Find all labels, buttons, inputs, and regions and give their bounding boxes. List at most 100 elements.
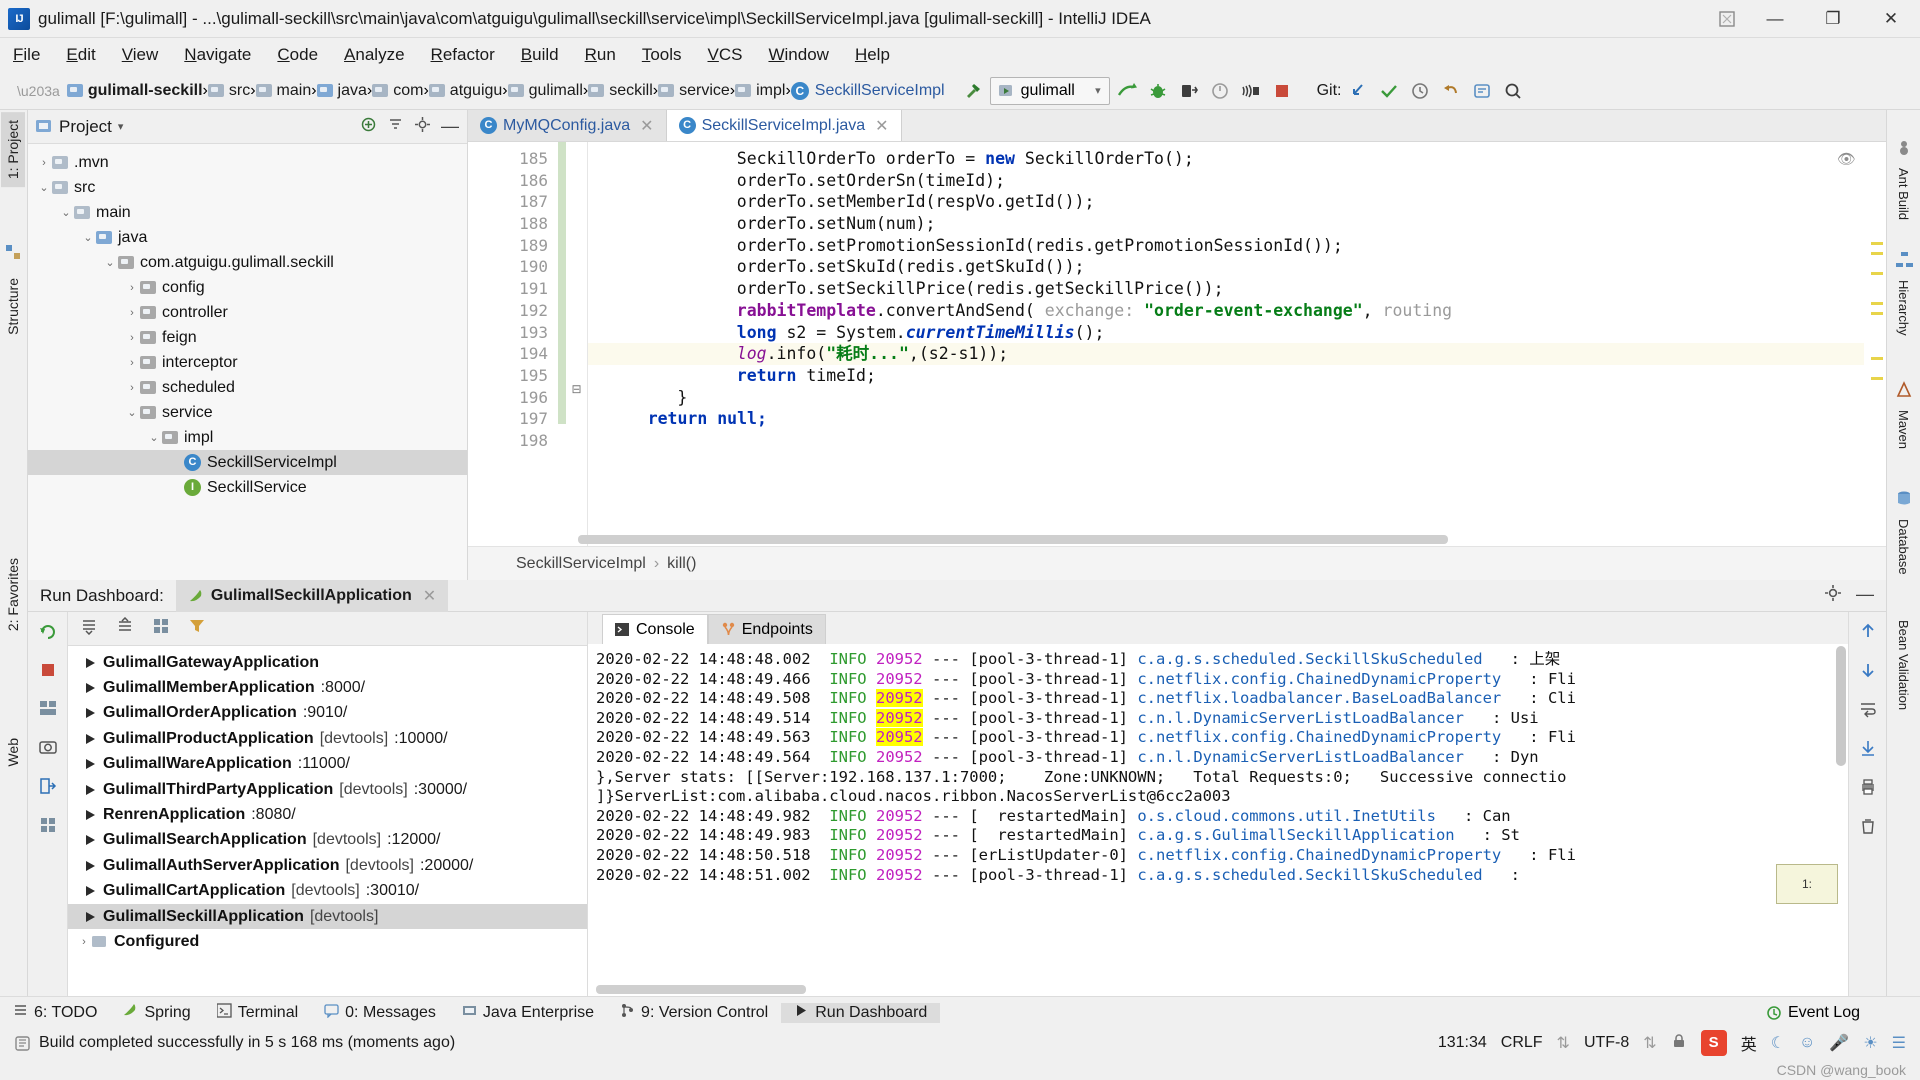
gear-icon[interactable] bbox=[414, 116, 431, 138]
run-play-icon[interactable] bbox=[86, 835, 95, 846]
build-hammer-icon[interactable] bbox=[959, 77, 987, 105]
tree-node-service[interactable]: ⌄ service bbox=[28, 400, 467, 425]
sidebar-item-bean-validation[interactable]: Bean Validation bbox=[1894, 614, 1913, 716]
code-line[interactable]: return timeId; bbox=[588, 365, 1886, 387]
chevron-updown-icon[interactable]: ⇅ bbox=[1557, 1033, 1570, 1053]
code-line[interactable]: } bbox=[588, 387, 1886, 409]
breadcrumb-item-java[interactable]: java bbox=[316, 82, 367, 100]
breadcrumb-item-src[interactable]: src bbox=[207, 82, 250, 100]
tree-node-impl[interactable]: ⌄ impl bbox=[28, 425, 467, 450]
editor-tab-seckillserviceimpl-java[interactable]: C SeckillServiceImpl.java ✕ bbox=[666, 110, 902, 141]
fold-marker-icon[interactable]: ⊟ bbox=[566, 382, 587, 396]
tool-window-terminal[interactable]: Terminal bbox=[204, 1002, 311, 1023]
caret-position[interactable]: 131:34 bbox=[1438, 1034, 1487, 1052]
tree-toggle-arrow[interactable]: ⌄ bbox=[80, 231, 96, 244]
run-play-icon[interactable] bbox=[86, 733, 95, 744]
run-play-icon[interactable] bbox=[86, 708, 95, 719]
collapse-all-icon[interactable] bbox=[116, 616, 134, 640]
run-configuration-selector[interactable]: gulimall ▾ bbox=[989, 76, 1110, 105]
menu-item-vcs[interactable]: VCS bbox=[695, 42, 756, 68]
breadcrumb-item-seckillserviceimpl[interactable]: C SeckillServiceImpl bbox=[790, 81, 945, 100]
service-row-gulimallseckillapplication[interactable]: GulimallSeckillApplication [devtools] bbox=[68, 903, 587, 930]
soft-wrap-icon[interactable] bbox=[1859, 700, 1877, 723]
ime-mic-icon[interactable]: 🎤 bbox=[1829, 1033, 1849, 1053]
hide-panel-icon[interactable]: — bbox=[1856, 584, 1874, 607]
sidebar-item-ant-build[interactable]: Ant Build bbox=[1894, 162, 1913, 226]
tool-window-run-dashboard[interactable]: Run Dashboard bbox=[781, 1002, 941, 1023]
collapse-all-icon[interactable] bbox=[387, 116, 404, 138]
menu-item-analyze[interactable]: Analyze bbox=[331, 42, 417, 68]
breadcrumb-item-atguigu[interactable]: atguigu bbox=[428, 82, 502, 100]
service-row-gulimallauthserverapplication[interactable]: GulimallAuthServerApplication [devtools]:… bbox=[68, 853, 587, 878]
menu-item-refactor[interactable]: Refactor bbox=[418, 42, 508, 68]
history-icon[interactable] bbox=[1406, 77, 1434, 105]
editor-horizontal-scrollbar[interactable] bbox=[578, 535, 1448, 544]
ime-smiley-icon[interactable]: ☺ bbox=[1799, 1034, 1815, 1052]
tree-toggle-arrow[interactable]: › bbox=[124, 307, 140, 319]
tree-toggle-arrow[interactable]: › bbox=[124, 357, 140, 369]
tree-node--mvn[interactable]: › .mvn bbox=[28, 150, 467, 175]
search-everywhere-icon[interactable] bbox=[1468, 77, 1496, 105]
ime-more-icon[interactable]: ☰ bbox=[1892, 1033, 1906, 1053]
tool-window-0-messages[interactable]: 0: Messages bbox=[311, 1003, 449, 1023]
breadcrumb-item-impl[interactable]: impl bbox=[735, 82, 785, 100]
run-dashboard-tab[interactable]: GulimallSeckillApplication ✕ bbox=[175, 579, 449, 612]
run-play-icon[interactable] bbox=[86, 657, 95, 668]
sidebar-item-database[interactable]: Database bbox=[1894, 513, 1913, 581]
tool-window-java-enterprise[interactable]: Java Enterprise bbox=[449, 1003, 607, 1023]
chevron-down-icon[interactable]: ▾ bbox=[1095, 84, 1101, 97]
code-editor[interactable]: 185 186 187 188 189 190 191 192 193 194 195 196 197 1… bbox=[468, 142, 1886, 546]
delete-icon[interactable] bbox=[1859, 817, 1877, 840]
pin-icon[interactable] bbox=[1710, 2, 1744, 36]
tree-node-src[interactable]: ⌄ src bbox=[28, 175, 467, 200]
service-row-gulimallcartapplication[interactable]: GulimallCartApplication [devtools]:30010/ bbox=[68, 879, 587, 904]
run-play-icon[interactable] bbox=[86, 911, 95, 922]
run-play-icon[interactable] bbox=[86, 784, 95, 795]
tree-toggle-arrow[interactable]: › bbox=[124, 332, 140, 344]
menu-item-help[interactable]: Help bbox=[842, 42, 903, 68]
menu-item-file[interactable]: File bbox=[0, 42, 53, 68]
group-icon[interactable] bbox=[152, 617, 170, 640]
code-line[interactable]: rabbitTemplate.convertAndSend( exchange:… bbox=[588, 300, 1886, 322]
code-line[interactable] bbox=[588, 430, 1886, 452]
tool-window-6-todo[interactable]: 6: TODO bbox=[0, 1003, 110, 1023]
filter-icon[interactable] bbox=[188, 617, 206, 640]
tree-node-config[interactable]: › config bbox=[28, 275, 467, 300]
code-line[interactable]: SeckillOrderTo orderTo = new SeckillOrde… bbox=[588, 148, 1886, 170]
service-row-configured[interactable]: › Configured bbox=[68, 929, 587, 954]
rerun-icon[interactable] bbox=[38, 622, 58, 647]
run-icon[interactable] bbox=[1113, 77, 1141, 105]
close-icon[interactable]: ✕ bbox=[423, 586, 436, 606]
menu-item-build[interactable]: Build bbox=[508, 42, 572, 68]
console-vertical-scrollbar[interactable] bbox=[1836, 646, 1846, 766]
console-horizontal-scrollbar[interactable] bbox=[596, 985, 806, 994]
code-line[interactable]: orderTo.setPromotionSessionId(redis.getP… bbox=[588, 235, 1886, 257]
service-row-gulimallgatewayapplication[interactable]: GulimallGatewayApplication bbox=[68, 650, 587, 675]
coverage-icon[interactable] bbox=[1175, 77, 1203, 105]
code-line[interactable]: log.info("耗时...",(s2-s1)); bbox=[588, 343, 1886, 365]
menu-item-navigate[interactable]: Navigate bbox=[171, 42, 264, 68]
code-line[interactable]: orderTo.setNum(num); bbox=[588, 213, 1886, 235]
breadcrumb-item-service[interactable]: service bbox=[658, 82, 730, 100]
close-button[interactable]: ✕ bbox=[1862, 0, 1920, 38]
service-row-gulimallorderapplication[interactable]: GulimallOrderApplication:9010/ bbox=[68, 701, 587, 726]
profile-icon[interactable] bbox=[1206, 77, 1234, 105]
grid-icon[interactable] bbox=[38, 815, 58, 840]
code-line[interactable]: orderTo.setOrderSn(timeId); bbox=[588, 170, 1886, 192]
sidebar-item-structure[interactable]: Structure bbox=[1, 270, 25, 343]
stop-icon[interactable] bbox=[1268, 77, 1296, 105]
line-separator[interactable]: CRLF bbox=[1501, 1034, 1543, 1052]
commit-icon[interactable] bbox=[1375, 77, 1403, 105]
scroll-to-end-icon[interactable] bbox=[1859, 739, 1877, 762]
breadcrumb-item-gulimall-seckill[interactable]: gulimall-seckill bbox=[66, 82, 203, 100]
sogou-ime-icon[interactable]: S bbox=[1700, 1030, 1727, 1056]
ime-moon-icon[interactable]: ☾ bbox=[1771, 1033, 1785, 1053]
tree-toggle-arrow[interactable]: › bbox=[124, 282, 140, 294]
code-line[interactable]: orderTo.setMemberId(respVo.getId()); bbox=[588, 191, 1886, 213]
camera-icon[interactable] bbox=[38, 737, 58, 762]
stop-icon[interactable] bbox=[39, 661, 57, 684]
scroll-up-icon[interactable] bbox=[1859, 622, 1877, 645]
fold-gutter[interactable]: ⊟ bbox=[566, 142, 588, 546]
update-project-icon[interactable] bbox=[1344, 77, 1372, 105]
tool-window-spring[interactable]: Spring bbox=[110, 1003, 203, 1023]
